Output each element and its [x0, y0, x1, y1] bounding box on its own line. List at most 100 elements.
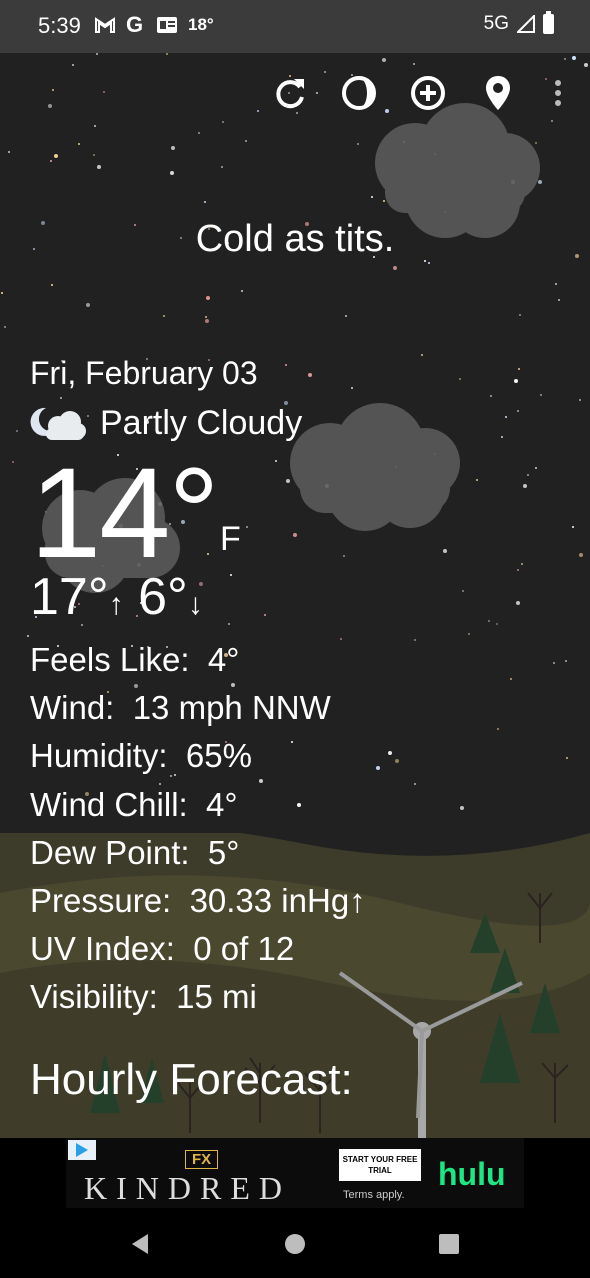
star [459, 378, 461, 380]
moon-phase-button[interactable] [337, 70, 381, 116]
star [540, 394, 542, 396]
status-bar: 5:39 G 18° 5G [0, 0, 590, 53]
star [27, 635, 29, 637]
weather-condition: Partly Cloudy [100, 404, 303, 442]
star [421, 354, 423, 356]
detail-label: Humidity: [30, 737, 168, 775]
detail-value: 13 mph NNW [132, 689, 331, 727]
detail-row: Pressure: 30.33 inHg↑ [30, 877, 366, 925]
cloud-image [290, 403, 460, 531]
back-icon[interactable] [128, 1232, 152, 1256]
partly-cloudy-night-icon [30, 407, 86, 440]
recents-icon[interactable] [437, 1232, 461, 1256]
detail-value: 4° [206, 785, 238, 823]
high-low-temperature: 17°↑ 6°↓ [30, 567, 203, 627]
star [8, 151, 10, 153]
detail-value: 4° [207, 641, 240, 678]
signal-icon [517, 15, 535, 33]
detail-value: 5° [207, 833, 240, 871]
star [12, 461, 14, 463]
add-icon [411, 76, 445, 110]
detail-row: Visibility: 15 mi [30, 973, 366, 1021]
refresh-icon [276, 79, 304, 109]
star [93, 154, 95, 156]
ad-terms: Terms apply. [343, 1189, 405, 1201]
star [16, 430, 18, 432]
toolbar [0, 70, 590, 120]
ad-brand-logo: hulu [438, 1156, 506, 1192]
star [285, 364, 287, 366]
star [96, 53, 98, 55]
star [517, 410, 519, 412]
star [553, 662, 555, 664]
star [521, 563, 523, 565]
star [343, 555, 345, 557]
star [204, 201, 206, 203]
star [395, 759, 399, 763]
star [476, 479, 478, 481]
add-location-button[interactable] [406, 70, 450, 116]
star [78, 143, 80, 145]
detail-label: UV Index: [30, 930, 175, 968]
star [510, 678, 512, 680]
down-arrow-icon: ↓ [187, 588, 203, 621]
star [555, 283, 557, 285]
star [514, 379, 518, 383]
detail-label: Wind Chill: [30, 785, 188, 823]
forecast-date: Fri, February 03 [30, 355, 258, 391]
temperature-unit: F [220, 520, 241, 558]
news-icon [157, 17, 177, 33]
refresh-button[interactable] [268, 70, 312, 116]
star [579, 399, 581, 401]
navigation-bar [0, 1210, 590, 1278]
high-temperature: 17° [30, 568, 109, 626]
adchoices-icon[interactable] [68, 1140, 96, 1160]
ad-title: KINDRED [84, 1170, 291, 1206]
detail-label: Dew Point: [30, 833, 190, 871]
star [86, 303, 90, 307]
detail-value: 15 mi [176, 978, 257, 1016]
star [230, 574, 232, 576]
more-options-button[interactable] [536, 70, 580, 116]
battery-icon [543, 11, 554, 34]
moon-phase-icon [342, 76, 376, 110]
star [523, 484, 527, 488]
star [308, 373, 312, 377]
ad-banner[interactable]: FX KINDRED START YOUR FREE TRIAL Terms a… [66, 1138, 524, 1208]
star [579, 553, 583, 557]
location-button[interactable] [476, 70, 520, 116]
star [345, 315, 347, 317]
star [535, 467, 537, 469]
home-icon[interactable] [283, 1232, 307, 1256]
star [205, 316, 207, 318]
star [382, 58, 386, 62]
star [519, 314, 521, 316]
detail-value: 30.33 inHg↑ [189, 882, 366, 920]
detail-row: UV Index: 0 of 12 [30, 925, 366, 973]
star [413, 63, 415, 65]
star [517, 569, 519, 571]
star [572, 526, 574, 528]
star [414, 783, 416, 785]
star [564, 58, 566, 60]
star [501, 436, 503, 438]
ad-cta-button[interactable]: START YOUR FREE TRIAL [339, 1149, 421, 1181]
star [221, 166, 223, 168]
star [246, 526, 248, 528]
detail-label: Feels Like: [30, 641, 190, 678]
star [1, 292, 3, 294]
current-temperature: 14° [30, 442, 220, 585]
star [205, 319, 209, 323]
star [72, 64, 74, 66]
star [527, 474, 529, 476]
star [584, 63, 588, 67]
weather-tagline: Cold as tits. [195, 218, 395, 260]
detail-row: Wind Chill: 4° [30, 781, 366, 829]
detail-row: Humidity: 65% [30, 732, 366, 780]
star [443, 549, 447, 553]
weather-details: Feels Like: 4° Wind: 13 mph NNW Humidity… [30, 636, 366, 1022]
detail-label: Visibility: [30, 978, 158, 1016]
more-icon [555, 80, 561, 106]
low-temperature: 6° [138, 568, 188, 626]
detail-value: 65% [185, 737, 252, 775]
